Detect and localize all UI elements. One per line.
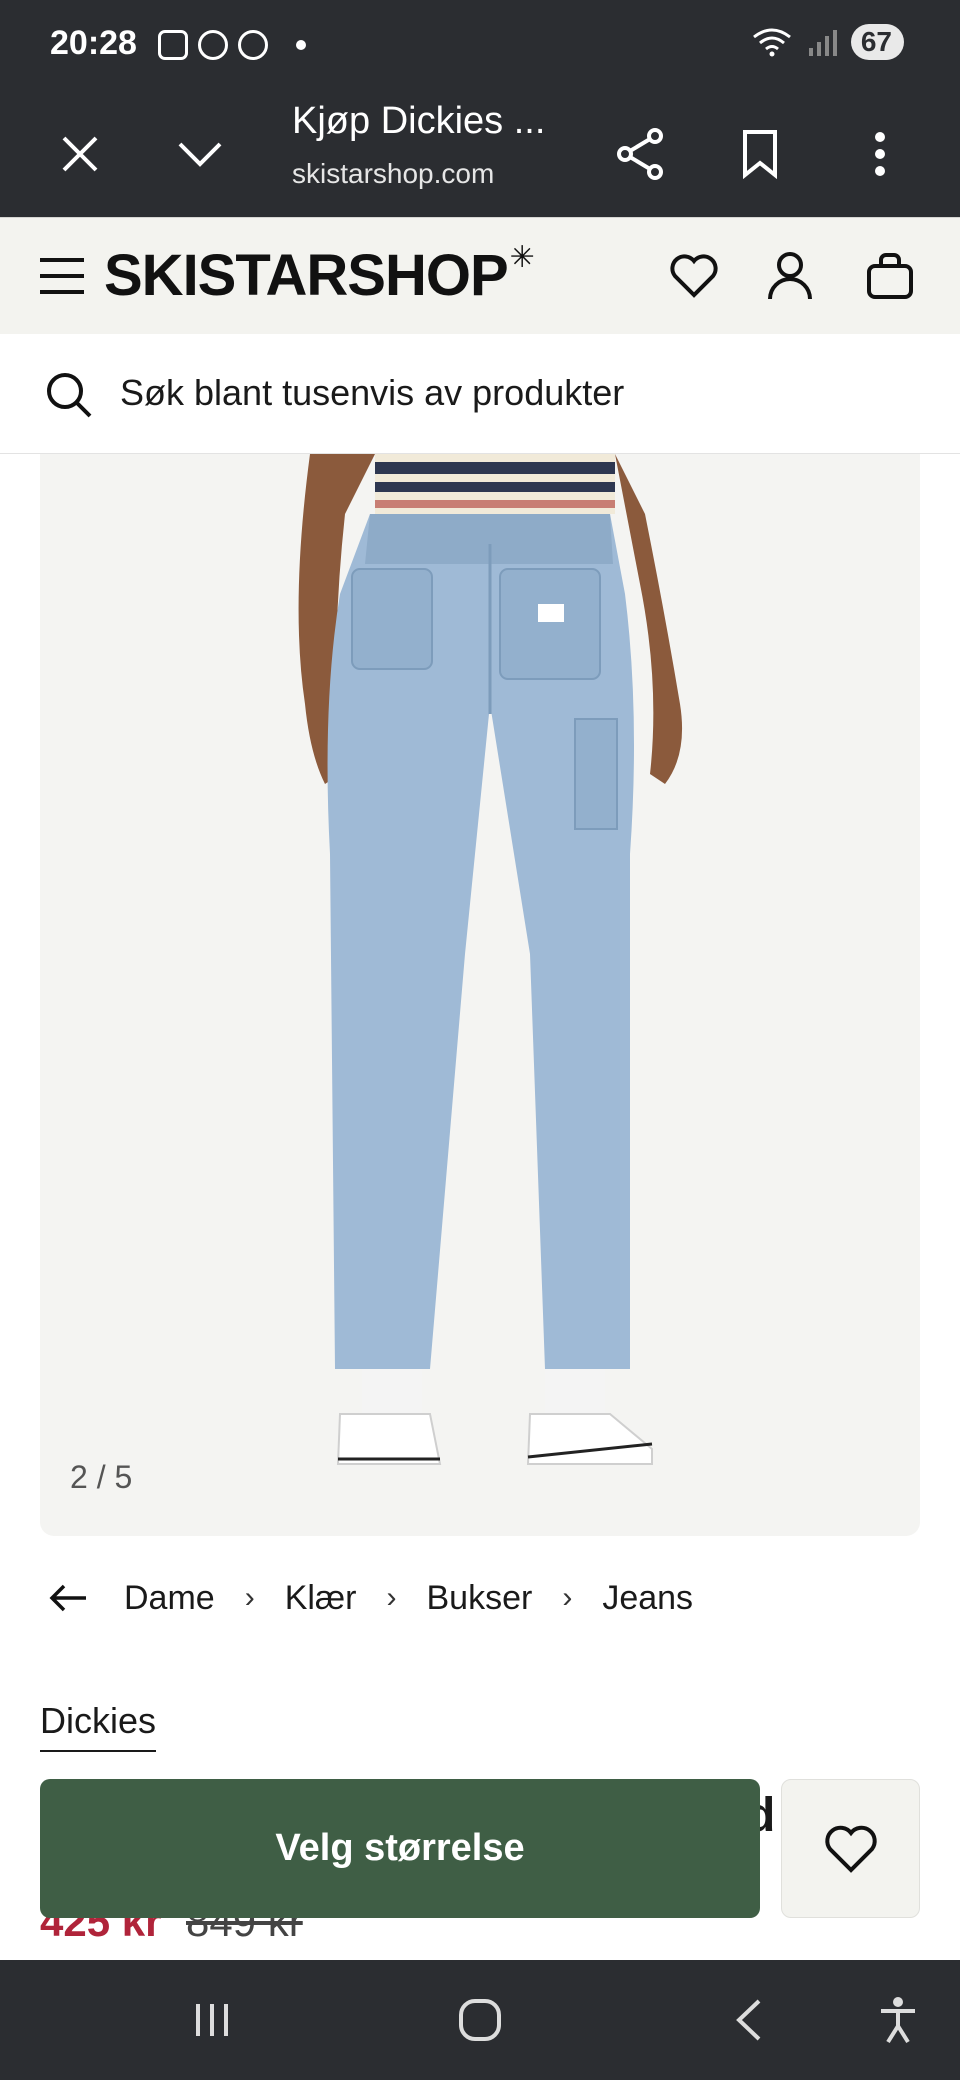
breadcrumb-item-dame[interactable]: Dame xyxy=(124,1579,215,1618)
select-size-label: Velg størrelse xyxy=(275,1827,525,1869)
share-icon xyxy=(617,128,663,180)
app-notification-icon xyxy=(198,30,228,60)
chevron-down-icon xyxy=(178,142,222,167)
recent-apps-button[interactable] xyxy=(182,1990,242,2050)
bag-icon xyxy=(867,253,913,299)
striped-top xyxy=(375,454,615,514)
signal-icon xyxy=(808,30,837,56)
brand-link[interactable]: Dickies xyxy=(40,1700,157,1752)
system-nav-bar xyxy=(0,1960,960,2080)
status-time: 20:28 xyxy=(50,24,137,62)
notification-icons xyxy=(158,30,268,60)
breadcrumb-item-jeans[interactable]: Jeans xyxy=(602,1579,693,1618)
breadcrumb: Dame › Klær › Bukser › Jeans xyxy=(40,1570,723,1626)
system-status: 67 xyxy=(751,24,904,60)
more-notifications-dot xyxy=(296,40,306,50)
app-notification-icon xyxy=(238,30,268,60)
chevron-right-icon: › xyxy=(386,1581,397,1614)
more-options-button[interactable] xyxy=(840,114,920,194)
chevron-left-icon xyxy=(736,1999,761,2041)
search-icon xyxy=(47,373,92,418)
cart-button[interactable] xyxy=(862,248,918,304)
home-icon xyxy=(459,1999,501,2041)
search-bar[interactable]: Søk blant tusenvis av produkter xyxy=(0,334,960,454)
accessibility-icon xyxy=(881,1997,915,2044)
logo-mark: ✳ xyxy=(509,241,535,274)
recents-icon xyxy=(196,2004,228,2036)
menu-icon[interactable] xyxy=(38,256,86,296)
close-tab-button[interactable] xyxy=(40,114,120,194)
heart-icon xyxy=(670,254,718,298)
breadcrumb-item-bukser[interactable]: Bukser xyxy=(427,1579,533,1618)
search-input[interactable]: Søk blant tusenvis av produkter xyxy=(120,372,624,414)
bookmark-icon xyxy=(743,130,777,179)
heart-icon xyxy=(824,1825,877,1873)
breadcrumb-item-klaer[interactable]: Klær xyxy=(285,1579,357,1618)
select-size-button[interactable]: Velg størrelse xyxy=(40,1779,760,1918)
more-vertical-icon xyxy=(875,132,885,176)
user-icon xyxy=(768,252,812,300)
screenshot-icon xyxy=(158,30,188,60)
home-button[interactable] xyxy=(450,1990,510,2050)
page-url[interactable]: skistarshop.com xyxy=(292,158,494,190)
add-to-favorites-button[interactable] xyxy=(781,1779,920,1918)
accessibility-button[interactable] xyxy=(868,1990,928,2050)
chevron-right-icon: › xyxy=(244,1581,255,1614)
product-image xyxy=(298,454,683,1465)
back-nav-button[interactable] xyxy=(718,1990,778,2050)
battery-level: 67 xyxy=(860,26,892,57)
share-button[interactable] xyxy=(600,114,680,194)
site-header: SKISTARSHOP✳ xyxy=(0,217,960,334)
minimize-button[interactable] xyxy=(160,114,240,194)
page-title: Kjøp Dickies ... xyxy=(292,100,546,142)
account-button[interactable] xyxy=(762,248,818,304)
site-logo[interactable]: SKISTARSHOP✳ xyxy=(104,241,535,309)
back-button[interactable] xyxy=(40,1570,96,1626)
favorites-button[interactable] xyxy=(666,248,722,304)
bookmark-button[interactable] xyxy=(720,114,800,194)
close-icon xyxy=(62,136,98,172)
status-bar: 20:28 67 xyxy=(0,0,960,90)
product-image-gallery[interactable]: 2 / 5 xyxy=(40,454,920,1536)
arrow-left-icon xyxy=(49,1584,86,1612)
chevron-right-icon: › xyxy=(562,1581,573,1614)
battery-indicator: 67 xyxy=(850,24,904,60)
browser-toolbar: Kjøp Dickies ... skistarshop.com xyxy=(0,90,960,217)
logo-text: SKISTARSHOP xyxy=(104,243,509,308)
image-counter: 2 / 5 xyxy=(70,1459,133,1495)
wifi-icon xyxy=(752,28,791,57)
